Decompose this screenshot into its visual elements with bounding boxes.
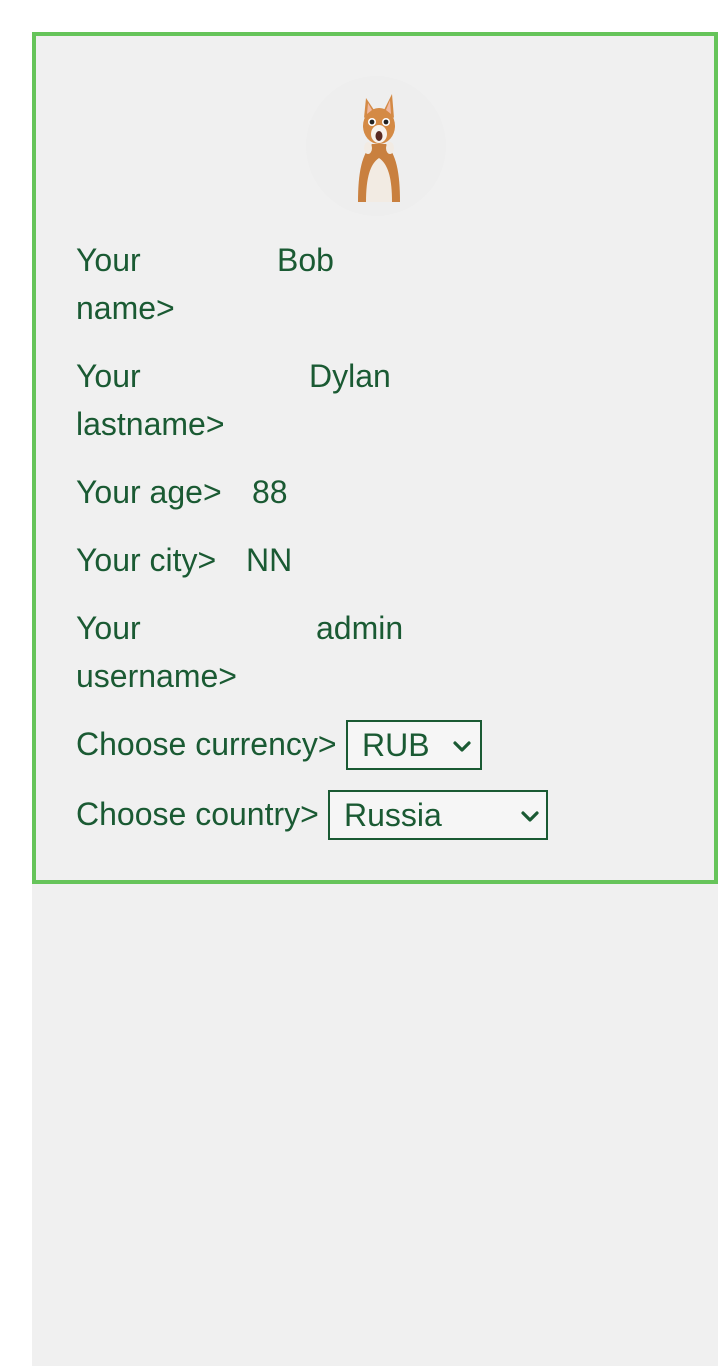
age-row: Your age> 88 [76,468,676,516]
currency-selected-value: RUB [362,727,430,763]
username-value: admin [316,610,404,646]
chevron-down-icon [521,811,539,822]
username-label-line1: Your [76,610,141,646]
currency-select[interactable]: RUB [346,720,482,770]
country-row: Choose country> Russia [76,790,696,846]
currency-label: Choose currency> [76,726,337,762]
city-row: Your city> NN [76,536,676,584]
name-value: Bob [277,242,334,278]
city-value: NN [246,542,293,578]
age-value: 88 [252,474,288,510]
username-row: Your username> admin [76,604,676,700]
shocked-cat-avatar-icon [358,94,400,202]
profile-card: Your name> Bob Your lastname> Dylan Your… [32,32,718,884]
lastname-row: Your lastname> Dylan [76,352,676,448]
lastname-label: Your lastname> [76,352,225,448]
country-select[interactable]: Russia [328,790,548,840]
name-label-line1: Your [76,242,141,278]
country-selected-value: Russia [344,797,442,833]
lastname-value: Dylan [309,358,391,394]
lastname-label-line1: Your [76,358,141,394]
username-label: Your username> [76,604,237,700]
chevron-down-icon [453,741,471,752]
name-label-line2: name> [76,290,175,326]
username-label-line2: username> [76,658,237,694]
city-label: Your city> [76,542,217,578]
name-label: Your name> [76,236,175,332]
currency-row: Choose currency> RUB [76,720,696,776]
country-label: Choose country> [76,796,319,832]
avatar [306,76,446,216]
name-row: Your name> Bob [76,236,676,332]
lastname-label-line2: lastname> [76,406,225,442]
age-label: Your age> [76,474,222,510]
